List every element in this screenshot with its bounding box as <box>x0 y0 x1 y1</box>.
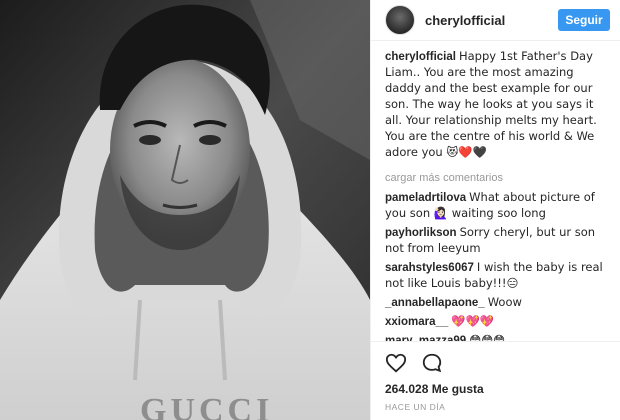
comment-username[interactable]: payhorlikson <box>385 227 457 239</box>
caption-username[interactable]: cherylofficial <box>385 51 456 63</box>
hoodie-print-text: GUCCI <box>140 392 274 420</box>
load-more-comments-link[interactable]: cargar más comentarios <box>385 171 606 186</box>
likes-count[interactable]: 264.028 Me gusta <box>371 376 620 396</box>
post-photo[interactable]: GUCCI <box>0 0 370 420</box>
post-header: cherylofficial Seguir <box>371 0 620 41</box>
instagram-post: GUCCI cherylofficial Seguir cheryloffici… <box>0 0 620 420</box>
comment-username[interactable]: sarahstyles6067 <box>385 262 474 274</box>
comment-username[interactable]: pameladrtilova <box>385 192 466 204</box>
comment-item: xxiomara__ 💖💖💖 <box>385 314 606 330</box>
header-username[interactable]: cherylofficial <box>425 13 558 28</box>
avatar[interactable] <box>385 5 415 35</box>
comment-username[interactable]: xxiomara__ <box>385 316 448 328</box>
speech-bubble-icon[interactable] <box>421 352 443 374</box>
post-side-panel: cherylofficial Seguir cherylofficial Happ… <box>370 0 620 420</box>
portrait-illustration <box>0 0 370 420</box>
comment-item: _annabellapaone_ Woow <box>385 295 606 311</box>
comment-item: pameladrtilova What about picture of you … <box>385 190 606 222</box>
caption-text: Happy 1st Father's Day Liam.. You are th… <box>385 49 597 159</box>
comment-text: 😳😳😳 <box>469 333 506 341</box>
comment-item: mary_mazza99 😳😳😳 <box>385 333 606 341</box>
post-actions <box>371 341 620 376</box>
comment-item: sarahstyles6067 I wish the baby is real n… <box>385 260 606 292</box>
comment-username[interactable]: _annabellapaone_ <box>385 297 485 309</box>
comment-item: payhorlikson Sorry cheryl, but ur son not… <box>385 225 606 257</box>
post-caption: cherylofficial Happy 1st Father's Day Lia… <box>385 49 606 161</box>
comments-section: cherylofficial Happy 1st Father's Day Lia… <box>371 41 620 341</box>
heart-outline-icon[interactable] <box>385 352 407 374</box>
comment-text: Woow <box>487 295 522 309</box>
follow-button[interactable]: Seguir <box>558 9 610 31</box>
comment-text: 💖💖💖 <box>451 314 495 328</box>
post-timestamp[interactable]: HACE UN DÍA <box>371 396 620 420</box>
